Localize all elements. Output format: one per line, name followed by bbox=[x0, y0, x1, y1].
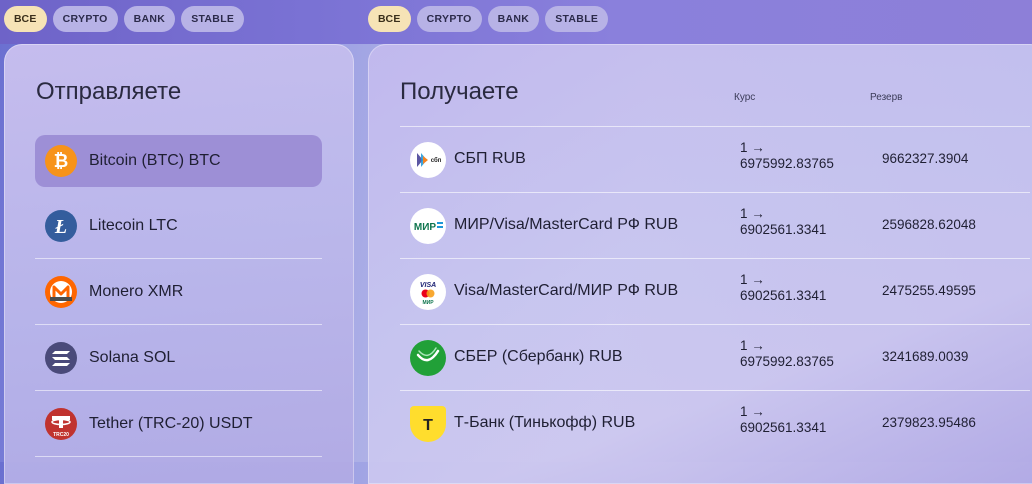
filter-chip-stable[interactable]: STABLE bbox=[545, 6, 609, 32]
sber-icon bbox=[410, 340, 446, 376]
rate-line-2: 6902561.3341 bbox=[740, 288, 827, 303]
receive-item-reserve: 9662327.3904 bbox=[882, 151, 969, 166]
receive-item-name: МИР/Visa/MasterCard РФ RUB bbox=[454, 216, 679, 233]
receive-filter-chips: ВСЕ CRYPTO BANK STABLE bbox=[368, 6, 609, 32]
rate-line-1: 1 → bbox=[740, 272, 765, 287]
send-item-label: Tether (TRC-20) USDT bbox=[89, 414, 253, 432]
receive-currency-list: сбп СБП RUB 1 → 6975992.83765 9662327.39… bbox=[400, 126, 1030, 456]
svg-text:МИР: МИР bbox=[414, 222, 437, 233]
column-header-reserve: Резерв bbox=[870, 92, 903, 103]
column-header-rate: Курс bbox=[734, 92, 756, 103]
tbank-icon: Т bbox=[410, 406, 446, 442]
receive-item-name: СБЕР (Сбербанк) RUB bbox=[454, 348, 623, 365]
svg-text:Т: Т bbox=[423, 417, 433, 434]
mir-icon: МИР bbox=[410, 208, 446, 244]
receive-item-rate: 1 → 6902561.3341 bbox=[740, 206, 826, 238]
receive-panel: Получаете Курс Резерв сбп СБП RUB 1 → 69… bbox=[368, 44, 1032, 484]
send-filter-chips: ВСЕ CRYPTO BANK STABLE bbox=[4, 6, 245, 32]
send-item-bitcoin[interactable]: ₿ Bitcoin (BTC) BTC bbox=[35, 135, 322, 187]
rate-line-1: 1 → bbox=[740, 404, 765, 419]
send-panel: Отправляете ₿ Bitcoin (BTC) BTC Ł Liteco… bbox=[4, 44, 354, 484]
receive-item-sber[interactable]: СБЕР (Сбербанк) RUB 1 → 6975992.83765 32… bbox=[400, 324, 1030, 390]
receive-item-visa-mastercard-mir[interactable]: VISA МИР Visa/MasterCard/МИР РФ RUB 1 → … bbox=[400, 258, 1030, 324]
monero-icon bbox=[45, 275, 77, 308]
visa-mastercard-icon: VISA МИР bbox=[410, 274, 446, 310]
send-item-solana[interactable]: Solana SOL bbox=[35, 325, 322, 391]
receive-item-reserve: 3241689.0039 bbox=[882, 349, 969, 364]
rate-line-2: 6975992.83765 bbox=[740, 156, 834, 171]
receive-item-name: Т-Банк (Тинькофф) RUB bbox=[454, 414, 636, 431]
filter-chip-crypto[interactable]: CRYPTO bbox=[52, 6, 118, 32]
svg-text:МИР: МИР bbox=[422, 300, 434, 306]
filter-chip-all[interactable]: ВСЕ bbox=[4, 6, 47, 32]
filter-chip-bank[interactable]: BANK bbox=[123, 6, 176, 32]
receive-item-sbp[interactable]: сбп СБП RUB 1 → 6975992.83765 9662327.39… bbox=[400, 126, 1030, 192]
litecoin-icon: Ł bbox=[45, 209, 77, 242]
rate-line-2: 6902561.3341 bbox=[740, 222, 827, 237]
rate-line-1: 1 → bbox=[740, 338, 765, 353]
filter-chip-all[interactable]: ВСЕ bbox=[368, 6, 411, 32]
receive-item-name: СБП RUB bbox=[454, 150, 526, 167]
send-panel-title: Отправляете bbox=[36, 78, 182, 105]
send-item-label: Monero XMR bbox=[89, 282, 184, 300]
receive-item-reserve: 2379823.95486 bbox=[882, 415, 976, 430]
receive-item-rate: 1 → 6975992.83765 bbox=[740, 140, 834, 172]
send-item-label: Solana SOL bbox=[89, 348, 176, 366]
svg-text:₿: ₿ bbox=[54, 151, 69, 171]
svg-text:сбп: сбп bbox=[431, 157, 442, 164]
svg-text:VISA: VISA bbox=[420, 282, 436, 289]
send-item-label: Bitcoin (BTC) BTC bbox=[89, 152, 221, 169]
send-currency-list: ₿ Bitcoin (BTC) BTC Ł Litecoin LTC Moner… bbox=[35, 134, 322, 457]
rate-line-1: 1 → bbox=[740, 206, 765, 221]
filter-chip-bank[interactable]: BANK bbox=[487, 6, 540, 32]
svg-text:Ł: Ł bbox=[54, 216, 67, 238]
receive-item-tbank[interactable]: Т Т-Банк (Тинькофф) RUB 1 → 6902561.3341… bbox=[400, 390, 1030, 456]
bitcoin-icon: ₿ bbox=[45, 145, 77, 177]
sbp-icon: сбп bbox=[410, 142, 446, 178]
receive-item-rate: 1 → 6902561.3341 bbox=[740, 272, 826, 304]
rate-line-2: 6975992.83765 bbox=[740, 354, 834, 369]
receive-panel-title: Получаете bbox=[400, 78, 519, 105]
rate-line-2: 6902561.3341 bbox=[740, 420, 827, 435]
rate-line-1: 1 → bbox=[740, 140, 765, 155]
receive-item-mir-visa-mastercard[interactable]: МИР МИР/Visa/MasterCard РФ RUB 1 → 69025… bbox=[400, 192, 1030, 258]
send-item-monero[interactable]: Monero XMR bbox=[35, 259, 322, 325]
filter-chip-stable[interactable]: STABLE bbox=[181, 6, 245, 32]
send-item-tether[interactable]: TRC20 Tether (TRC-20) USDT bbox=[35, 391, 322, 457]
receive-item-reserve: 2475255.49595 bbox=[882, 283, 976, 298]
svg-text:TRC20: TRC20 bbox=[53, 432, 69, 438]
receive-item-reserve: 2596828.62048 bbox=[882, 217, 976, 232]
tether-icon: TRC20 bbox=[45, 407, 77, 440]
send-item-litecoin[interactable]: Ł Litecoin LTC bbox=[35, 193, 322, 259]
solana-icon bbox=[45, 341, 77, 374]
receive-item-name: Visa/MasterCard/МИР РФ RUB bbox=[454, 282, 679, 299]
filter-chip-crypto[interactable]: CRYPTO bbox=[416, 6, 482, 32]
receive-item-rate: 1 → 6975992.83765 bbox=[740, 338, 834, 370]
send-item-label: Litecoin LTC bbox=[89, 216, 178, 234]
receive-item-rate: 1 → 6902561.3341 bbox=[740, 404, 826, 436]
